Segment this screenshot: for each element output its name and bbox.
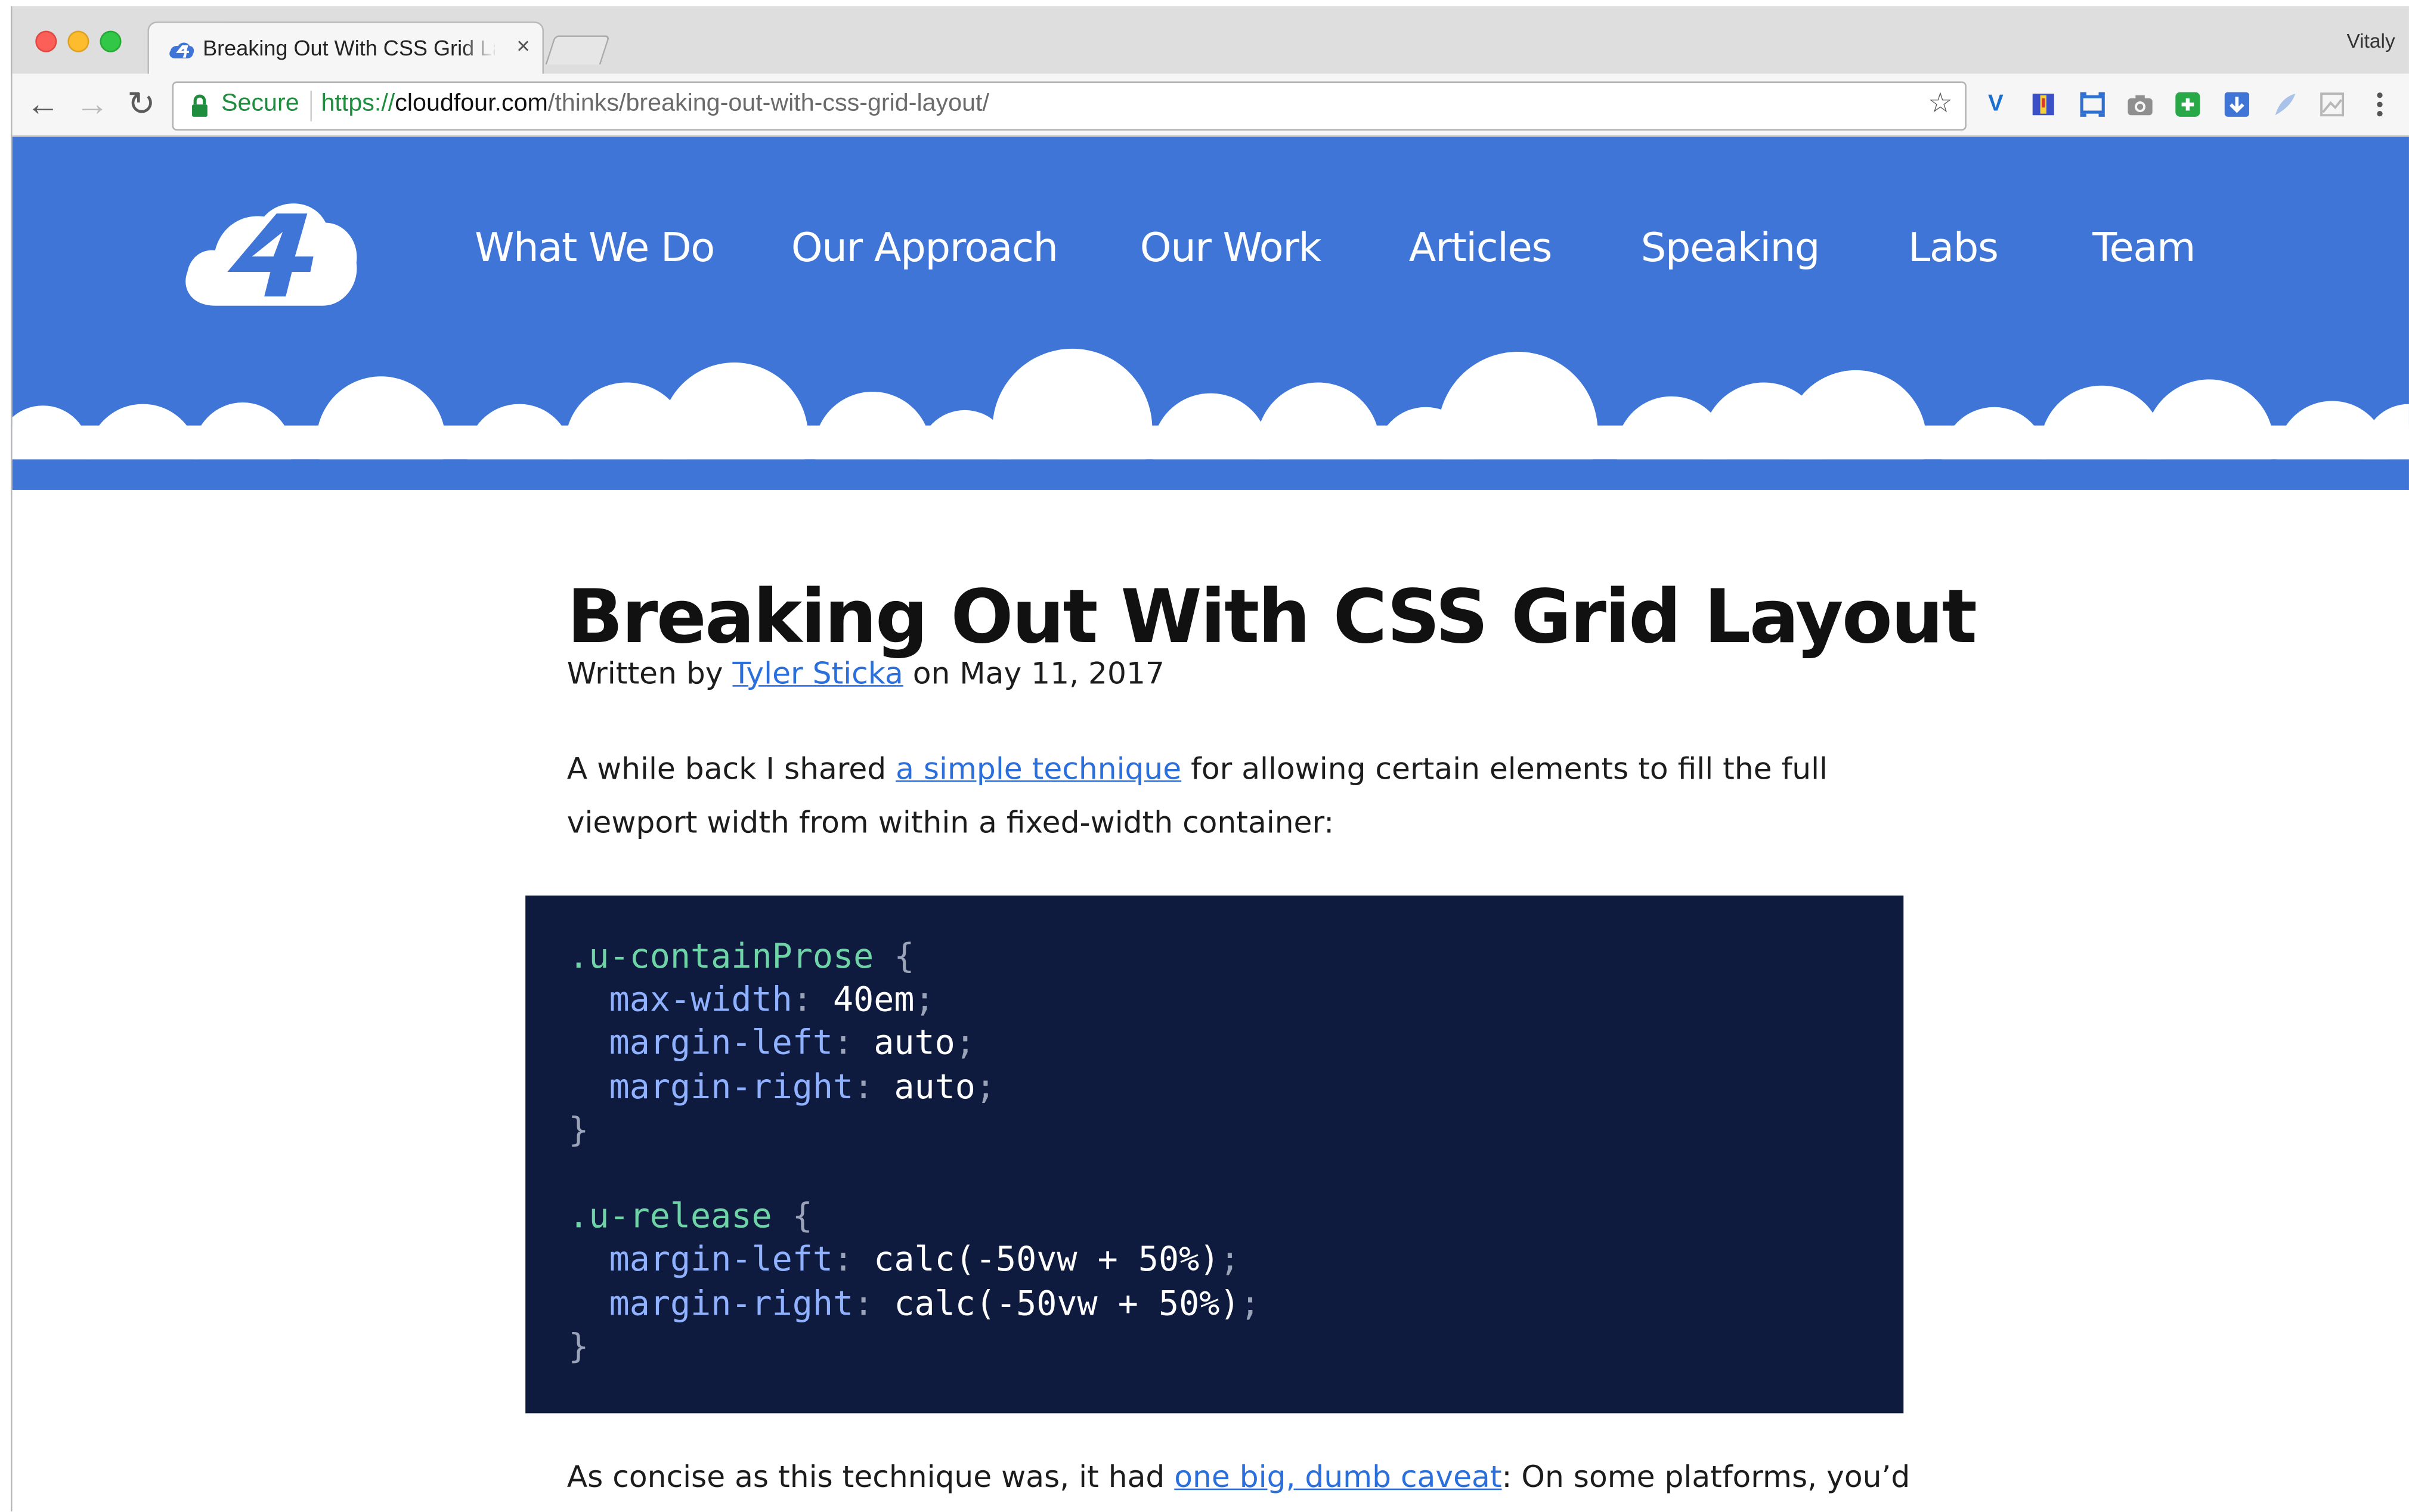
- code-value: auto: [874, 1025, 955, 1064]
- image-icon[interactable]: [2318, 91, 2346, 118]
- tab-bar: Breaking Out With CSS Grid Layout × Vita…: [12, 6, 2409, 76]
- minimize-window-button[interactable]: [67, 30, 89, 52]
- reload-icon[interactable]: ↻: [123, 85, 160, 123]
- nav-our-work[interactable]: Our Work: [1140, 226, 1322, 272]
- article-title: Breaking Out With CSS Grid Layout: [566, 575, 1977, 661]
- nav-team[interactable]: Team: [2092, 226, 2196, 272]
- browser-toolbar: ← → ↻ Secure https://cloudfour.com/think…: [12, 73, 2409, 137]
- author-link[interactable]: Tyler Sticka: [733, 656, 903, 691]
- code-property: margin-right: [609, 1068, 854, 1107]
- code-property: margin-left: [609, 1025, 833, 1064]
- code-value: auto: [894, 1068, 976, 1107]
- byline-date: on May 11, 2017: [903, 656, 1165, 692]
- code-value: 40em: [833, 981, 915, 1021]
- back-arrow-icon[interactable]: ←: [24, 85, 61, 123]
- web-page: What We Do Our Approach Our Work Article…: [12, 137, 2409, 1512]
- tab-close-icon[interactable]: ×: [516, 34, 530, 60]
- nav-articles[interactable]: Articles: [1409, 226, 1553, 272]
- bookmark-star-icon[interactable]: ☆: [1928, 88, 1953, 120]
- paragraph-text: A while back I shared: [566, 751, 896, 787]
- code-selector: .u-containProse: [568, 938, 874, 977]
- close-window-button[interactable]: [35, 30, 57, 52]
- nav-what-we-do[interactable]: What We Do: [475, 226, 715, 272]
- paragraph-text: : On some platforms, you’d: [1501, 1459, 1911, 1495]
- forward-arrow-icon[interactable]: →: [74, 85, 111, 123]
- dumb-caveat-link[interactable]: one big, dumb caveat: [1174, 1460, 1501, 1495]
- article-byline: Written by Tyler Sticka on May 11, 2017: [567, 656, 1165, 691]
- resize-icon[interactable]: [2079, 91, 2106, 118]
- tab-active[interactable]: Breaking Out With CSS Grid Layout ×: [147, 21, 544, 76]
- url-protocol: https://: [321, 91, 395, 117]
- browser-window: Breaking Out With CSS Grid Layout × Vita…: [11, 6, 2409, 1512]
- paragraph-text: As concise as this technique was, it had: [566, 1459, 1175, 1495]
- download-icon[interactable]: [2223, 91, 2250, 118]
- code-value: calc(-50vw + 50%): [874, 1241, 1220, 1281]
- address-bar[interactable]: Secure https://cloudfour.com/thinks/brea…: [172, 81, 1967, 131]
- code-value: calc(-50vw + 50%): [894, 1285, 1240, 1324]
- lock-icon: [192, 94, 208, 117]
- secure-label: Secure: [221, 91, 299, 117]
- url-host: cloudfour.com: [395, 91, 548, 117]
- nav-our-approach[interactable]: Our Approach: [791, 226, 1058, 272]
- code-property: max-width: [609, 981, 792, 1021]
- menu-icon[interactable]: [2366, 91, 2393, 118]
- cloud-divider: [12, 348, 2409, 460]
- vivaldi-icon[interactable]: V: [1982, 91, 2009, 118]
- address-divider: [310, 91, 312, 122]
- article-paragraph: As concise as this technique was, it had…: [567, 1450, 1950, 1504]
- cloudfour-logo-icon[interactable]: [181, 192, 360, 309]
- code-property: margin-left: [609, 1241, 833, 1281]
- simple-technique-link[interactable]: a simple technique: [896, 751, 1181, 786]
- refresh-plus-icon[interactable]: [2174, 91, 2201, 118]
- url-text[interactable]: https://cloudfour.com/thinks/breaking-ou…: [321, 91, 989, 118]
- nav-speaking[interactable]: Speaking: [1641, 226, 1820, 272]
- code-block: .u-containProse { max-width: 40em; margi…: [525, 896, 1904, 1414]
- byline-prefix: Written by: [566, 656, 733, 692]
- new-tab-button[interactable]: [545, 35, 611, 65]
- camera-icon[interactable]: [2126, 91, 2154, 118]
- code-content: .u-containProse { max-width: 40em; margi…: [568, 938, 1261, 1367]
- url-path: /thinks/breaking-out-with-css-grid-layou…: [547, 91, 989, 117]
- profile-name[interactable]: Vitaly: [2346, 29, 2395, 52]
- cloudfour-favicon-icon: [169, 42, 194, 58]
- flag-icon[interactable]: [2030, 91, 2057, 118]
- article-paragraph: A while back I shared a simple technique…: [567, 742, 1950, 849]
- tab-title: Breaking Out With CSS Grid Layout: [203, 35, 495, 60]
- code-selector: .u-release: [568, 1198, 772, 1237]
- zoom-window-button[interactable]: [100, 30, 122, 52]
- feather-icon[interactable]: [2271, 91, 2298, 118]
- code-property: margin-right: [609, 1285, 854, 1324]
- nav-labs[interactable]: Labs: [1908, 226, 1999, 272]
